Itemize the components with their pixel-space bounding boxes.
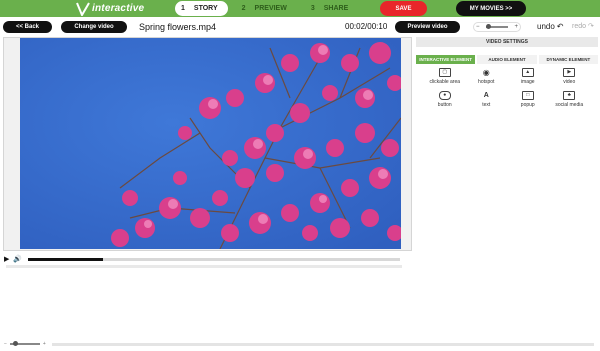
image-icon: ▲ <box>521 68 534 77</box>
element-label: image <box>520 79 535 85</box>
save-button[interactable]: SAVE <box>380 1 427 16</box>
undo-label: undo <box>537 22 555 31</box>
element-popup[interactable]: □ popup <box>507 91 549 108</box>
timeline-zoom-track[interactable] <box>9 341 40 346</box>
undo-button[interactable]: undo ↶ <box>537 22 564 31</box>
step-navigation: 1 STORY 2 PREVIEW 3 SHARE <box>175 1 366 16</box>
redo-arrow-icon: ↷ <box>588 23 594 30</box>
element-label: button <box>437 102 452 108</box>
element-label: social media <box>555 102 584 108</box>
text-icon: A <box>483 92 489 99</box>
timecode: 00:02/00:10 <box>345 22 388 31</box>
element-button[interactable]: ● button <box>424 91 466 108</box>
step-number: 3 <box>310 5 315 12</box>
my-movies-button[interactable]: MY MOVIES >> <box>456 1 526 16</box>
element-social-media[interactable]: ♣ social media <box>549 91 591 108</box>
undo-arrow-icon: ↶ <box>556 22 564 31</box>
timeline-scrollbar[interactable] <box>51 342 594 346</box>
video-icon: ▶ <box>563 68 576 77</box>
social-media-icon: ♣ <box>563 91 576 100</box>
element-label: popup <box>520 102 535 108</box>
button-icon: ● <box>438 91 451 100</box>
hotspot-icon: ◉ <box>482 67 490 77</box>
logo-v-icon <box>76 1 90 16</box>
clickable-area-icon: ▢ <box>438 68 451 77</box>
timeline-zoom-bar: − + <box>4 341 594 347</box>
video-stage <box>3 37 412 251</box>
timeline-zoom-out-icon[interactable]: − <box>4 341 7 347</box>
element-grid: ▢ clickable area ◉ hotspot ▲ image ▶ vid… <box>416 68 598 108</box>
element-label: hotspot <box>478 79 495 85</box>
element-label: text <box>482 102 491 108</box>
redo-button[interactable]: redo ↷ <box>572 22 594 31</box>
element-text[interactable]: A text <box>466 91 508 108</box>
back-button[interactable]: << Back <box>3 21 52 33</box>
zoom-knob[interactable] <box>486 24 491 29</box>
element-label: clickable area <box>429 79 461 85</box>
step-number: 2 <box>241 5 246 12</box>
logo-text: interactive <box>92 3 145 14</box>
top-bar: interactive 1 STORY 2 PREVIEW 3 SHARE SA… <box>0 0 600 17</box>
editor-toolbar: << Back Change video Spring flowers.mp4 … <box>0 19 600 36</box>
change-video-button[interactable]: Change video <box>61 21 127 33</box>
player-controls: ▶ 🔊 <box>4 254 404 264</box>
step-label: STORY <box>193 5 218 12</box>
popup-icon: □ <box>521 91 534 100</box>
video-settings-panel: VIDEO SETTINGS INTERACTIVE ELEMENT AUDIO… <box>416 37 598 117</box>
redo-label: redo <box>572 22 587 30</box>
element-video[interactable]: ▶ video <box>549 68 591 85</box>
tab-interactive-element[interactable]: INTERACTIVE ELEMENT <box>416 55 476 64</box>
panel-title: VIDEO SETTINGS <box>416 37 598 47</box>
playback-progress[interactable] <box>28 257 401 261</box>
step-label: PREVIEW <box>254 5 287 12</box>
logo: interactive <box>76 1 144 16</box>
zoom-out-icon[interactable]: − <box>476 24 480 30</box>
timeline-ruler[interactable] <box>6 265 402 268</box>
tab-dynamic-element[interactable]: DYNAMIC ELEMENT <box>538 55 598 64</box>
timeline-zoom-in-icon[interactable]: + <box>43 341 46 347</box>
step-story[interactable]: 1 STORY <box>175 1 228 16</box>
zoom-track[interactable] <box>486 24 508 29</box>
element-label: video <box>563 79 576 85</box>
tab-audio-element[interactable]: AUDIO ELEMENT <box>477 55 537 64</box>
step-label: SHARE <box>323 5 349 12</box>
timeline-zoom-knob[interactable] <box>12 341 18 346</box>
volume-icon[interactable]: 🔊 <box>13 255 22 263</box>
step-share[interactable]: 3 SHARE <box>305 1 358 16</box>
step-number: 1 <box>181 5 185 12</box>
play-icon[interactable]: ▶ <box>4 255 9 263</box>
video-image <box>20 38 401 249</box>
step-preview[interactable]: 2 PREVIEW <box>236 1 297 16</box>
preview-video-button[interactable]: Preview video <box>395 21 460 33</box>
zoom-in-icon[interactable]: + <box>514 24 518 30</box>
progress-fill <box>28 257 103 261</box>
element-tabs: INTERACTIVE ELEMENT AUDIO ELEMENT DYNAMI… <box>416 55 598 64</box>
zoom-slider[interactable]: − + <box>473 22 521 32</box>
element-image[interactable]: ▲ image <box>507 68 549 85</box>
video-filename: Spring flowers.mp4 <box>139 22 217 32</box>
element-clickable-area[interactable]: ▢ clickable area <box>424 68 466 85</box>
video-frame[interactable] <box>20 38 401 249</box>
element-hotspot[interactable]: ◉ hotspot <box>466 68 508 85</box>
